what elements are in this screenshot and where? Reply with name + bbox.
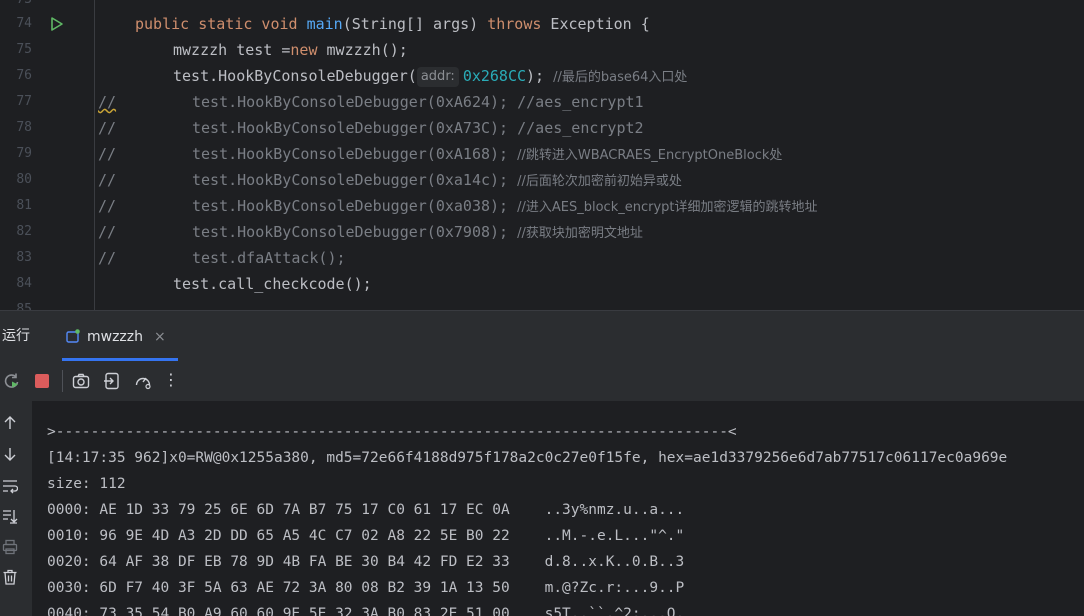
- run-config-icon: [66, 329, 80, 343]
- arrow-up-icon[interactable]: [2, 415, 18, 431]
- code-line: test.HookByConsoleDebugger(0xa038); //进入…: [192, 197, 818, 215]
- code-line: //: [98, 223, 117, 241]
- code-line: mwzzzh test =new mwzzzh();: [173, 41, 408, 59]
- arrow-down-icon[interactable]: [2, 446, 18, 462]
- code-line: //: [98, 249, 117, 267]
- profiler-icon[interactable]: [134, 372, 152, 390]
- line-number: 83: [16, 250, 32, 265]
- console-line: 0020: 64 AF 38 DF EB 78 9D 4B FA BE 30 B…: [47, 554, 685, 570]
- line-number: 74: [16, 16, 32, 31]
- line-number: 81: [16, 198, 32, 213]
- parameter-hint: addr:: [416, 67, 459, 87]
- code-line: test.call_checkcode();: [173, 275, 372, 293]
- console-line: >---------------------------------------…: [47, 424, 737, 440]
- code-line: test.HookByConsoleDebugger(addr: 0x268CC)…: [173, 67, 688, 87]
- toolbar-separator: [62, 370, 63, 392]
- tab-label: mwzzzh: [87, 329, 144, 345]
- trash-icon[interactable]: [2, 569, 18, 585]
- login-icon[interactable]: [103, 372, 121, 390]
- code-line: test.dfaAttack();: [192, 249, 346, 267]
- code-line: //: [98, 93, 117, 111]
- console-output[interactable]: >---------------------------------------…: [32, 401, 1084, 616]
- line-number: 76: [16, 68, 32, 83]
- console-line: 0030: 6D F7 40 3F 5A 63 AE 72 3A 80 08 B…: [47, 580, 685, 596]
- line-number-gutter: 73 74 75 76 77 78 79 80 81 82 83 84 85: [0, 0, 40, 310]
- run-main-icon[interactable]: [49, 16, 65, 32]
- code-line: //: [98, 197, 117, 215]
- line-number: 84: [16, 276, 32, 291]
- print-icon[interactable]: [2, 539, 18, 555]
- console-line: 0000: AE 1D 33 79 25 6E 6D 7A B7 75 17 C…: [47, 502, 685, 518]
- console-line: 0010: 96 9E 4D A3 2D DD 65 A5 4C C7 02 A…: [47, 528, 685, 544]
- run-tool-window-title: 运行: [2, 328, 30, 344]
- code-line: //: [98, 119, 117, 137]
- line-number: 82: [16, 224, 32, 239]
- console-line: 0040: 73 35 54 B0 A9 60 60 9E 5E 32 3A B…: [47, 606, 685, 616]
- console-line: size: 112: [47, 476, 126, 492]
- code-line: test.HookByConsoleDebugger(0xA168); //跳转…: [192, 145, 783, 163]
- tab-mwzzzh[interactable]: mwzzzh ×: [62, 311, 178, 361]
- code-line: test.HookByConsoleDebugger(0x7908); //获取…: [192, 223, 643, 241]
- code-line: //: [98, 145, 117, 163]
- stop-icon[interactable]: [33, 372, 51, 390]
- code-line: public static void main(String[] args) t…: [135, 15, 650, 33]
- indent-guide: [94, 0, 95, 310]
- code-line: test.HookByConsoleDebugger(0xa14c); //后面…: [192, 171, 682, 189]
- code-line: test.HookByConsoleDebugger(0xA73C); //ae…: [192, 119, 644, 137]
- code-line: //: [98, 171, 117, 189]
- code-line: test.HookByConsoleDebugger(0xA624); //ae…: [192, 93, 644, 111]
- line-number: 79: [16, 146, 32, 161]
- close-icon[interactable]: ×: [154, 324, 166, 350]
- camera-icon[interactable]: [72, 372, 90, 390]
- scroll-to-end-icon[interactable]: [2, 508, 18, 524]
- line-number: 80: [16, 172, 32, 187]
- console-line: [14:17:35 962]x0=RW@0x1255a380, md5=72e6…: [47, 450, 1008, 466]
- line-number: 75: [16, 42, 32, 57]
- more-options-icon[interactable]: ⋮: [163, 369, 179, 389]
- console-side-toolbar: [0, 401, 32, 616]
- line-number: 77: [16, 94, 32, 109]
- run-tool-window-header: 运行 mwzzzh ×: [0, 311, 1084, 361]
- line-number: 85: [16, 302, 32, 310]
- line-number: 78: [16, 120, 32, 135]
- soft-wrap-icon[interactable]: [2, 478, 18, 494]
- code-comment: //最后的base64入口处: [553, 70, 688, 85]
- code-editor[interactable]: 73 74 75 76 77 78 79 80 81 82 83 84 85 p…: [0, 0, 1084, 310]
- run-toolbar: ⋮: [0, 361, 1084, 401]
- rerun-icon[interactable]: [3, 372, 21, 390]
